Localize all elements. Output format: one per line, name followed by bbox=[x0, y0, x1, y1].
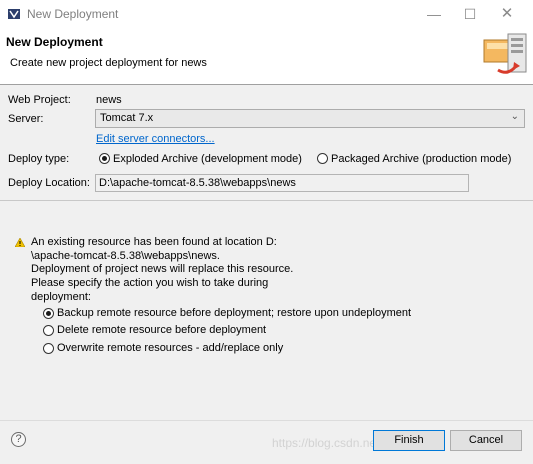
deployment-server-icon bbox=[483, 33, 527, 74]
delete-resource-label[interactable]: Delete remote resource before deployment bbox=[57, 324, 266, 336]
overwrite-resource-radio[interactable] bbox=[43, 343, 54, 354]
minimize-button[interactable]: — bbox=[416, 0, 452, 28]
close-button[interactable]: ✕ bbox=[489, 0, 525, 28]
warning-text-line: Deployment of project news will replace … bbox=[31, 263, 294, 275]
footer-divider bbox=[0, 420, 533, 421]
deploy-location-label: Deploy Location: bbox=[8, 177, 90, 189]
overwrite-resource-label[interactable]: Overwrite remote resources - add/replace… bbox=[57, 342, 283, 354]
server-label: Server: bbox=[8, 113, 44, 125]
warning-text-line: \apache-tomcat-8.5.38\webapps\news. bbox=[31, 250, 220, 262]
maximize-button[interactable]: ☐ bbox=[452, 0, 488, 28]
server-selected-value: Tomcat 7.x bbox=[100, 112, 154, 124]
deploy-location-field[interactable]: D:\apache-tomcat-8.5.38\webapps\news bbox=[95, 174, 469, 192]
section-divider bbox=[0, 200, 533, 201]
warning-text-line: Please specify the action you wish to ta… bbox=[31, 277, 269, 289]
web-project-label: Web Project: bbox=[8, 94, 71, 106]
eclipse-app-icon bbox=[8, 9, 20, 19]
wizard-header: New Deployment Create new project deploy… bbox=[0, 28, 533, 85]
warning-icon bbox=[15, 238, 25, 247]
wizard-description: Create new project deployment for news bbox=[10, 57, 207, 69]
packaged-archive-radio[interactable] bbox=[317, 153, 328, 164]
window-titlebar: New Deployment — ☐ ✕ bbox=[0, 0, 533, 29]
edit-server-connectors-link[interactable]: Edit server connectors... bbox=[96, 133, 215, 145]
help-button[interactable]: ? bbox=[11, 432, 26, 447]
packaged-archive-label[interactable]: Packaged Archive (production mode) bbox=[331, 153, 511, 165]
server-select[interactable]: Tomcat 7.x ⌄ bbox=[95, 109, 525, 128]
exploded-archive-radio[interactable] bbox=[99, 153, 110, 164]
deploy-type-label: Deploy type: bbox=[8, 153, 70, 165]
chevron-down-icon: ⌄ bbox=[510, 111, 519, 122]
window-title: New Deployment bbox=[27, 7, 119, 21]
backup-resource-radio[interactable] bbox=[43, 308, 54, 319]
exploded-archive-label[interactable]: Exploded Archive (development mode) bbox=[113, 153, 302, 165]
warning-text-line: An existing resource has been found at l… bbox=[31, 236, 277, 248]
cancel-button[interactable]: Cancel bbox=[450, 430, 522, 451]
web-project-value: news bbox=[96, 94, 122, 106]
finish-button[interactable]: Finish bbox=[373, 430, 445, 451]
delete-resource-radio[interactable] bbox=[43, 325, 54, 336]
wizard-title: New Deployment bbox=[6, 35, 103, 49]
backup-resource-label[interactable]: Backup remote resource before deployment… bbox=[57, 307, 411, 319]
warning-text-line: deployment: bbox=[31, 291, 91, 303]
